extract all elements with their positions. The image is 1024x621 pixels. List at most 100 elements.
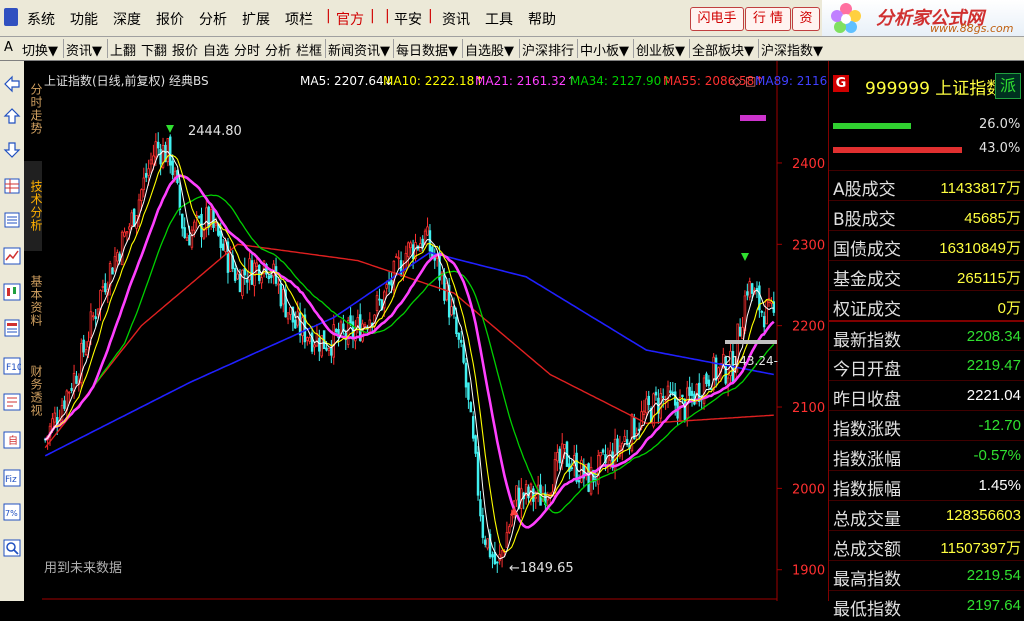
candlestick xyxy=(688,386,691,396)
menu-pingan[interactable]: 平安 xyxy=(394,9,422,29)
market-button[interactable]: 行 情 xyxy=(745,7,791,31)
quote-label: 昨日收盘 xyxy=(833,390,901,410)
candlestick xyxy=(183,227,186,238)
chart-collapse-icon[interactable]: ◇ □ xyxy=(732,74,756,88)
toolbar-sme-board[interactable]: 中小板▼ xyxy=(580,40,629,59)
grid-table-icon[interactable] xyxy=(3,177,21,195)
candlestick xyxy=(673,391,677,406)
menu-quote[interactable]: 报价 xyxy=(156,9,184,29)
toolbar-analysis[interactable]: 分析 xyxy=(265,40,291,59)
candlestick xyxy=(474,435,477,454)
menu-extend[interactable]: 扩展 xyxy=(242,9,270,29)
candlestick xyxy=(101,286,105,288)
app-logo-icon xyxy=(4,8,18,26)
candlestick xyxy=(443,274,446,301)
search-icon[interactable] xyxy=(3,539,21,557)
tab-fundamentals[interactable]: 基本资料 xyxy=(24,261,43,341)
info-button[interactable]: 资 xyxy=(792,7,820,31)
flower-logo-icon xyxy=(831,3,861,33)
toolbar-daily-data[interactable]: 每日数据▼ xyxy=(396,40,458,59)
candlestick xyxy=(496,561,499,564)
stock-code-name[interactable]: 999999 上证指数 xyxy=(865,74,1003,99)
toolbar-ranking[interactable]: 沪深排行 xyxy=(522,40,574,59)
toolbar-page-down[interactable]: 下翻 xyxy=(141,40,167,59)
candlestick xyxy=(298,312,302,336)
candlestick xyxy=(387,281,391,285)
report-icon[interactable] xyxy=(3,319,21,337)
candlestick xyxy=(395,256,398,258)
menu-toolbar[interactable]: 项栏 xyxy=(285,9,313,29)
menu-depth[interactable]: 深度 xyxy=(113,9,141,29)
formula-icon[interactable]: Fiz xyxy=(3,469,21,487)
candlestick xyxy=(486,538,489,549)
toolbar-switch[interactable]: 切换▼ xyxy=(22,40,58,59)
candlestick xyxy=(108,263,112,287)
quote-row: 今日开盘 2219.47 xyxy=(829,350,1024,381)
back-arrow-icon[interactable] xyxy=(3,75,21,93)
f10-icon[interactable]: F10 xyxy=(3,357,21,375)
candlestick xyxy=(257,264,261,281)
candlestick xyxy=(325,347,328,351)
toolbar-index[interactable]: 沪深指数▼ xyxy=(761,40,823,59)
calculator-icon[interactable]: 7% xyxy=(3,503,21,521)
menu-official[interactable]: 官方 xyxy=(336,9,364,29)
dividend-badge[interactable]: 派 xyxy=(995,73,1021,99)
quote-label: 最新指数 xyxy=(833,331,901,351)
candlestick xyxy=(652,393,655,427)
info-icon[interactable]: 自 xyxy=(3,431,21,449)
menu-news[interactable]: 资讯 xyxy=(442,9,470,29)
candlestick xyxy=(712,356,715,390)
candlestick xyxy=(156,141,160,149)
toolbar-news-info[interactable]: 新闻资讯▼ xyxy=(328,40,390,59)
candlestick xyxy=(707,379,711,387)
menu-system[interactable]: 系统 xyxy=(27,9,55,29)
candlestick xyxy=(695,383,699,402)
tab-intraday[interactable]: 分时走势 xyxy=(24,69,43,149)
line-chart-icon[interactable] xyxy=(3,247,21,265)
toolbar-news[interactable]: 资讯▼ xyxy=(66,40,102,59)
toolbar-page-up[interactable]: 上翻 xyxy=(110,40,136,59)
quote-value: 1.45% xyxy=(978,477,1021,494)
quote-value: 0万 xyxy=(997,300,1021,317)
candlestick xyxy=(166,138,170,163)
candlestick xyxy=(289,307,292,315)
chart-header-title: 上证指数(日线,前复权) 经典BS xyxy=(44,73,209,88)
quote-row: 国债成交 16310849万 xyxy=(829,230,1024,261)
candlestick xyxy=(500,550,504,558)
menu-tools[interactable]: 工具 xyxy=(485,9,513,29)
menu-analysis[interactable]: 分析 xyxy=(199,9,227,29)
list-icon[interactable] xyxy=(3,211,21,229)
sell-ratio-value: 43.0% xyxy=(979,141,1021,156)
candlestick xyxy=(505,532,509,548)
brand-banner[interactable]: 分析家公式网 www.88gs.com xyxy=(822,0,1024,36)
menu-function[interactable]: 功能 xyxy=(70,9,98,29)
toolbar-quote[interactable]: 报价 xyxy=(172,40,198,59)
toolbar-intraday[interactable]: 分时 xyxy=(234,40,260,59)
flash-trade-button[interactable]: 闪电手 xyxy=(690,7,744,31)
toolbar-frame[interactable]: 栏框 xyxy=(296,40,322,59)
candlestick xyxy=(464,362,468,388)
menu-help[interactable]: 帮助 xyxy=(528,9,556,29)
toolbar-watchlist[interactable]: 自选 xyxy=(203,40,229,59)
quote-label: 总成交额 xyxy=(833,540,901,560)
toolbar-all-sectors[interactable]: 全部板块▼ xyxy=(692,40,754,59)
kline-chart[interactable]: 2400 2300 2200 2100 2000 1900 上证指数(日线,前复权) 经典… xyxy=(42,61,827,601)
low-price-label: ←1849.65 xyxy=(509,561,574,576)
toolbar-growth-board[interactable]: 创业板▼ xyxy=(636,40,685,59)
quote-label: 指数振幅 xyxy=(833,480,901,500)
tab-technical-analysis[interactable]: 技术分析 xyxy=(24,161,43,251)
notes-icon[interactable] xyxy=(3,393,21,411)
candlestick xyxy=(616,438,619,453)
down-arrow-icon[interactable] xyxy=(3,141,21,159)
candlestick xyxy=(534,496,537,499)
candlestick xyxy=(481,515,485,538)
toolbar-a[interactable]: A xyxy=(4,40,13,55)
toolbar-my-stocks[interactable]: 自选股▼ xyxy=(465,40,514,59)
up-arrow-icon[interactable] xyxy=(3,107,21,125)
candlestick-icon[interactable] xyxy=(3,283,21,301)
candlestick xyxy=(741,326,744,340)
tab-financials[interactable]: 财务透视 xyxy=(24,351,43,431)
candlestick xyxy=(267,275,271,280)
candlestick xyxy=(188,235,191,246)
candlestick xyxy=(154,141,158,158)
